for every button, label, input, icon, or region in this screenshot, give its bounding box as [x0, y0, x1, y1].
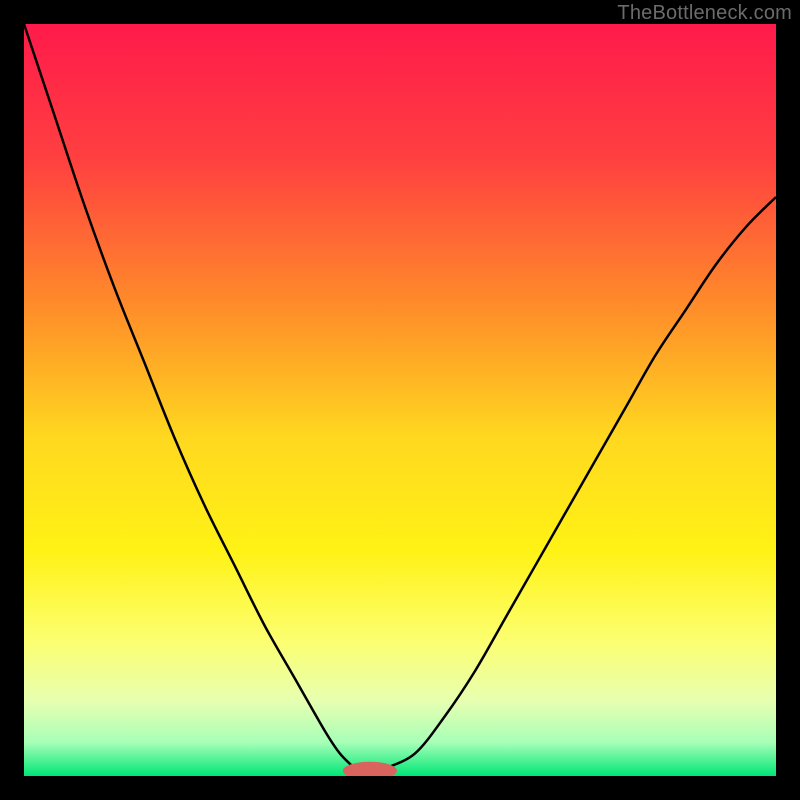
watermark-text: TheBottleneck.com	[617, 2, 792, 25]
bottleneck-chart	[24, 24, 776, 776]
chart-background	[24, 24, 776, 776]
chart-frame: TheBottleneck.com	[0, 0, 800, 800]
